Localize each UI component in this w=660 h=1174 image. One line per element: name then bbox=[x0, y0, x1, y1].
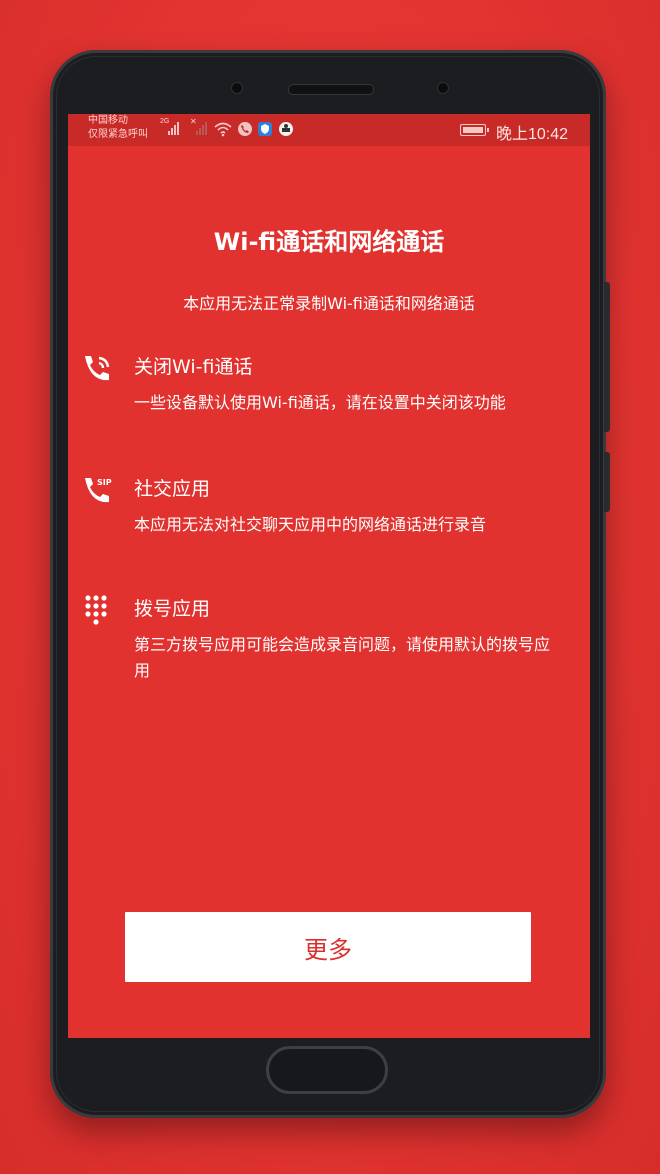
dialog-subtitle: 本应用无法正常录制Wi-fi通话和网络通话 bbox=[183, 294, 475, 313]
sip-phone-icon: SIP bbox=[85, 478, 112, 503]
dialpad-icon bbox=[85, 595, 107, 625]
dialog-title: Wi-fi通话和网络通话 bbox=[213, 228, 445, 256]
volume-button bbox=[604, 282, 610, 432]
shield-icon bbox=[258, 122, 272, 136]
tip-description: 本应用无法对社交聊天应用中的网络通话进行录音 bbox=[134, 515, 487, 534]
carrier-name: 中国移动 bbox=[88, 115, 128, 126]
power-button bbox=[604, 452, 610, 512]
tip-description: 一些设备默认使用Wi-fi通话，请在设置中关闭该功能 bbox=[134, 393, 506, 412]
front-camera bbox=[231, 82, 243, 94]
tip-heading: 关闭Wi-fi通话 bbox=[134, 356, 253, 378]
svg-text:SIP: SIP bbox=[97, 478, 112, 487]
signal-empty-icon bbox=[196, 122, 207, 135]
app-screen: 中国移动 仅限紧急呼叫 2G ✕ 晚上10:42 Wi-fi通话和网络通话 本应… bbox=[68, 114, 590, 1038]
wifi-icon bbox=[214, 122, 232, 137]
status-bar: 中国移动 仅限紧急呼叫 2G ✕ 晚上10:42 bbox=[68, 114, 590, 146]
battery-icon bbox=[460, 124, 489, 136]
app-icon bbox=[279, 122, 293, 136]
tip-item-dialer-apps: 拨号应用 第三方拨号应用可能会造成录音问题，请使用默认的拨号应用 bbox=[85, 594, 551, 684]
call-recorder-icon bbox=[238, 122, 252, 136]
clock: 晚上10:42 bbox=[496, 126, 569, 143]
tip-item-social-apps: SIP 社交应用 本应用无法对社交聊天应用中的网络通话进行录音 bbox=[85, 474, 550, 538]
wifi-call-icon bbox=[85, 356, 110, 381]
tip-item-wifi-calling: 关闭Wi-fi通话 一些设备默认使用Wi-fi通话，请在设置中关闭该功能 bbox=[85, 352, 550, 416]
tip-heading: 社交应用 bbox=[134, 478, 211, 500]
tip-description: 第三方拨号应用可能会造成录音问题，请使用默认的拨号应用 bbox=[134, 635, 551, 680]
earpiece bbox=[288, 84, 374, 95]
signal-icon bbox=[168, 122, 179, 135]
home-button[interactable] bbox=[266, 1046, 388, 1094]
proximity-sensor bbox=[437, 82, 449, 94]
carrier-info: 中国移动 仅限紧急呼叫 bbox=[88, 114, 148, 142]
tip-heading: 拨号应用 bbox=[134, 598, 211, 620]
emergency-only: 仅限紧急呼叫 bbox=[88, 129, 148, 140]
more-button[interactable]: 更多 bbox=[125, 912, 531, 982]
